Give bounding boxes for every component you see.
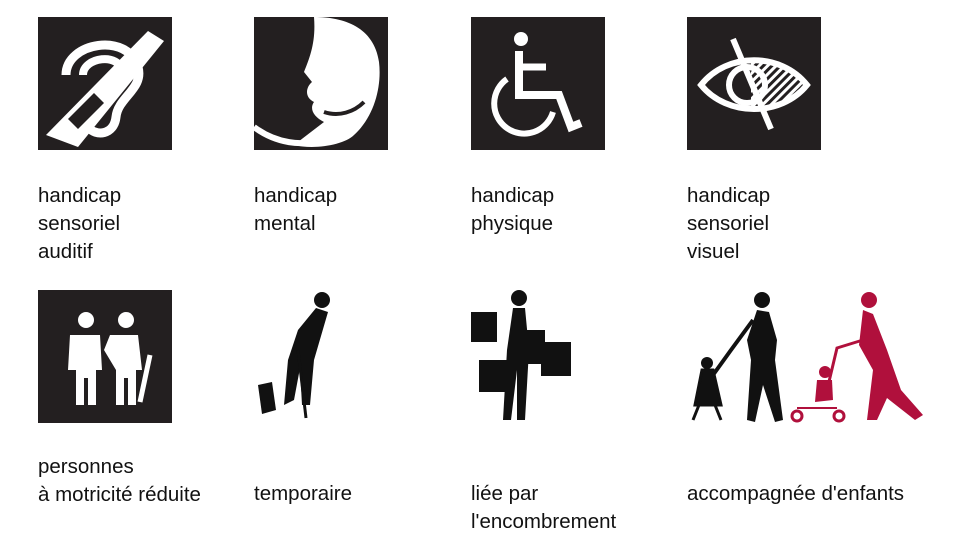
category-label: accompagnée d'enfants	[687, 482, 905, 505]
category-label: handicap sensoriel auditif	[38, 184, 122, 263]
category-label: handicap mental	[254, 184, 338, 235]
hearing-impairment-icon	[38, 17, 172, 150]
mental-disability-icon	[254, 17, 388, 150]
category-label: personnes à motricité réduite	[38, 455, 201, 506]
category-label: liée par l'encombrement	[471, 482, 617, 533]
visual-impairment-icon	[687, 17, 821, 150]
wheelchair-icon	[471, 17, 605, 150]
elderly-people-icon	[38, 290, 172, 423]
category-label: temporaire	[254, 482, 352, 505]
category-children: accompagnée d'enfants	[687, 290, 947, 505]
parents-with-children-icon	[691, 292, 923, 423]
category-label: handicap physique	[471, 184, 555, 235]
person-with-cane-icon	[258, 292, 330, 419]
category-visual: handicap sensoriel visuel	[687, 17, 947, 263]
person-with-shopping-bags-icon	[471, 290, 571, 420]
category-label: handicap sensoriel visuel	[687, 184, 771, 263]
